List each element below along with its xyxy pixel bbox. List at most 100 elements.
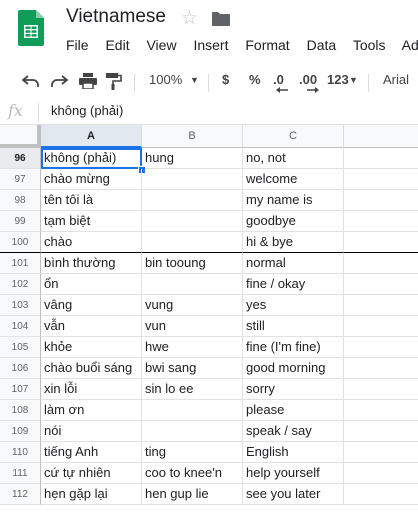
row-header[interactable]: 99: [0, 211, 41, 232]
cell-c[interactable]: normal: [243, 253, 344, 274]
cell-a[interactable]: nói: [41, 421, 142, 442]
row-header[interactable]: 98: [0, 190, 41, 211]
cell-c[interactable]: speak / say: [243, 421, 344, 442]
row-header[interactable]: 101: [0, 253, 41, 274]
zoom-select[interactable]: 100%: [149, 72, 182, 87]
cell-b[interactable]: [142, 421, 243, 442]
column-header-c[interactable]: C: [243, 125, 344, 148]
cell-d[interactable]: [344, 484, 418, 505]
cell-b[interactable]: [142, 232, 243, 253]
cell-a[interactable]: cứ tự nhiên: [41, 463, 142, 484]
cell-d[interactable]: [344, 337, 418, 358]
row-header[interactable]: 96: [0, 148, 41, 169]
row-header[interactable]: 109: [0, 421, 41, 442]
row-header[interactable]: 104: [0, 316, 41, 337]
print-icon[interactable]: [79, 73, 97, 89]
menu-view[interactable]: View: [146, 37, 176, 53]
menu-file[interactable]: File: [66, 37, 89, 53]
row-header[interactable]: 111: [0, 463, 41, 484]
cell-b[interactable]: [142, 400, 243, 421]
cell-c[interactable]: still: [243, 316, 344, 337]
cell-a[interactable]: làm ơn: [41, 400, 142, 421]
cell-b[interactable]: bin tooung: [142, 253, 243, 274]
cell-b[interactable]: [142, 274, 243, 295]
undo-icon[interactable]: [22, 74, 40, 88]
cell-c[interactable]: yes: [243, 295, 344, 316]
column-header-d[interactable]: [344, 125, 418, 148]
cell-b[interactable]: coo to knee'n: [142, 463, 243, 484]
menu-tools[interactable]: Tools: [353, 37, 386, 53]
row-header[interactable]: 112: [0, 484, 41, 505]
select-all-corner[interactable]: [0, 125, 41, 148]
row-header[interactable]: 105: [0, 337, 41, 358]
cell-a[interactable]: chào mừng: [41, 169, 142, 190]
row-header[interactable]: 100: [0, 232, 41, 253]
cell-a[interactable]: tên tôi là: [41, 190, 142, 211]
cell-c[interactable]: help yourself: [243, 463, 344, 484]
menu-data[interactable]: Data: [307, 37, 337, 53]
cell-d[interactable]: [344, 148, 418, 169]
row-header[interactable]: 102: [0, 274, 41, 295]
document-title[interactable]: Vietnamese: [66, 6, 166, 28]
menu-edit[interactable]: Edit: [105, 37, 129, 53]
cell-b[interactable]: hung: [142, 148, 243, 169]
cell-b[interactable]: hen gup lie: [142, 484, 243, 505]
cell-c[interactable]: see you later: [243, 484, 344, 505]
cell-d[interactable]: [344, 232, 418, 253]
cell-b[interactable]: sin lo ee: [142, 379, 243, 400]
cell-a[interactable]: bình thường: [41, 253, 142, 274]
cell-a[interactable]: ổn: [41, 274, 142, 295]
row-header[interactable]: 106: [0, 358, 41, 379]
cell-d[interactable]: [344, 211, 418, 232]
sheets-logo-icon[interactable]: [18, 10, 44, 46]
folder-icon[interactable]: [212, 12, 230, 26]
cell-d[interactable]: [344, 463, 418, 484]
cell-c[interactable]: my name is: [243, 190, 344, 211]
font-select[interactable]: Arial: [383, 72, 409, 87]
cell-b[interactable]: bwi sang: [142, 358, 243, 379]
cell-a[interactable]: vẫn: [41, 316, 142, 337]
cell-a[interactable]: tạm biệt: [41, 211, 142, 232]
cell-c[interactable]: welcome: [243, 169, 344, 190]
row-header[interactable]: 107: [0, 379, 41, 400]
cell-d[interactable]: [344, 379, 418, 400]
cell-b[interactable]: hwe: [142, 337, 243, 358]
redo-icon[interactable]: [50, 74, 68, 88]
cell-c[interactable]: fine (I'm fine): [243, 337, 344, 358]
column-header-b[interactable]: B: [142, 125, 243, 148]
more-formats-dropdown-icon[interactable]: ▼: [349, 75, 358, 85]
cell-a[interactable]: chào: [41, 232, 142, 253]
cell-b[interactable]: ting: [142, 442, 243, 463]
cell-c[interactable]: hi & bye: [243, 232, 344, 253]
cell-d[interactable]: [344, 295, 418, 316]
cell-d[interactable]: [344, 169, 418, 190]
formula-input[interactable]: không (phải): [51, 103, 123, 118]
cell-a[interactable]: chào buổi sáng: [41, 358, 142, 379]
cell-c[interactable]: please: [243, 400, 344, 421]
zoom-dropdown-icon[interactable]: ▼: [190, 75, 199, 85]
cell-b[interactable]: vun: [142, 316, 243, 337]
more-formats-button[interactable]: 123: [327, 72, 349, 87]
cell-c[interactable]: goodbye: [243, 211, 344, 232]
row-header[interactable]: 108: [0, 400, 41, 421]
row-header[interactable]: 97: [0, 169, 41, 190]
cell-c[interactable]: English: [243, 442, 344, 463]
cell-b[interactable]: [142, 211, 243, 232]
cell-d[interactable]: [344, 358, 418, 379]
row-header[interactable]: 110: [0, 442, 41, 463]
paint-format-icon[interactable]: [106, 73, 122, 90]
row-header[interactable]: 103: [0, 295, 41, 316]
cell-c[interactable]: good morning: [243, 358, 344, 379]
menu-addons[interactable]: Add-: [402, 37, 418, 53]
cell-d[interactable]: [344, 190, 418, 211]
star-icon[interactable]: ☆: [181, 7, 198, 30]
increase-decimal-button[interactable]: .00: [299, 72, 319, 93]
menu-format[interactable]: Format: [245, 37, 289, 53]
cell-a[interactable]: vâng: [41, 295, 142, 316]
cell-d[interactable]: [344, 316, 418, 337]
cell-a[interactable]: hẹn gặp lại: [41, 484, 142, 505]
cell-c[interactable]: fine / okay: [243, 274, 344, 295]
cell-d[interactable]: [344, 421, 418, 442]
currency-format-button[interactable]: $: [222, 72, 229, 87]
cell-c[interactable]: no, not: [243, 148, 344, 169]
